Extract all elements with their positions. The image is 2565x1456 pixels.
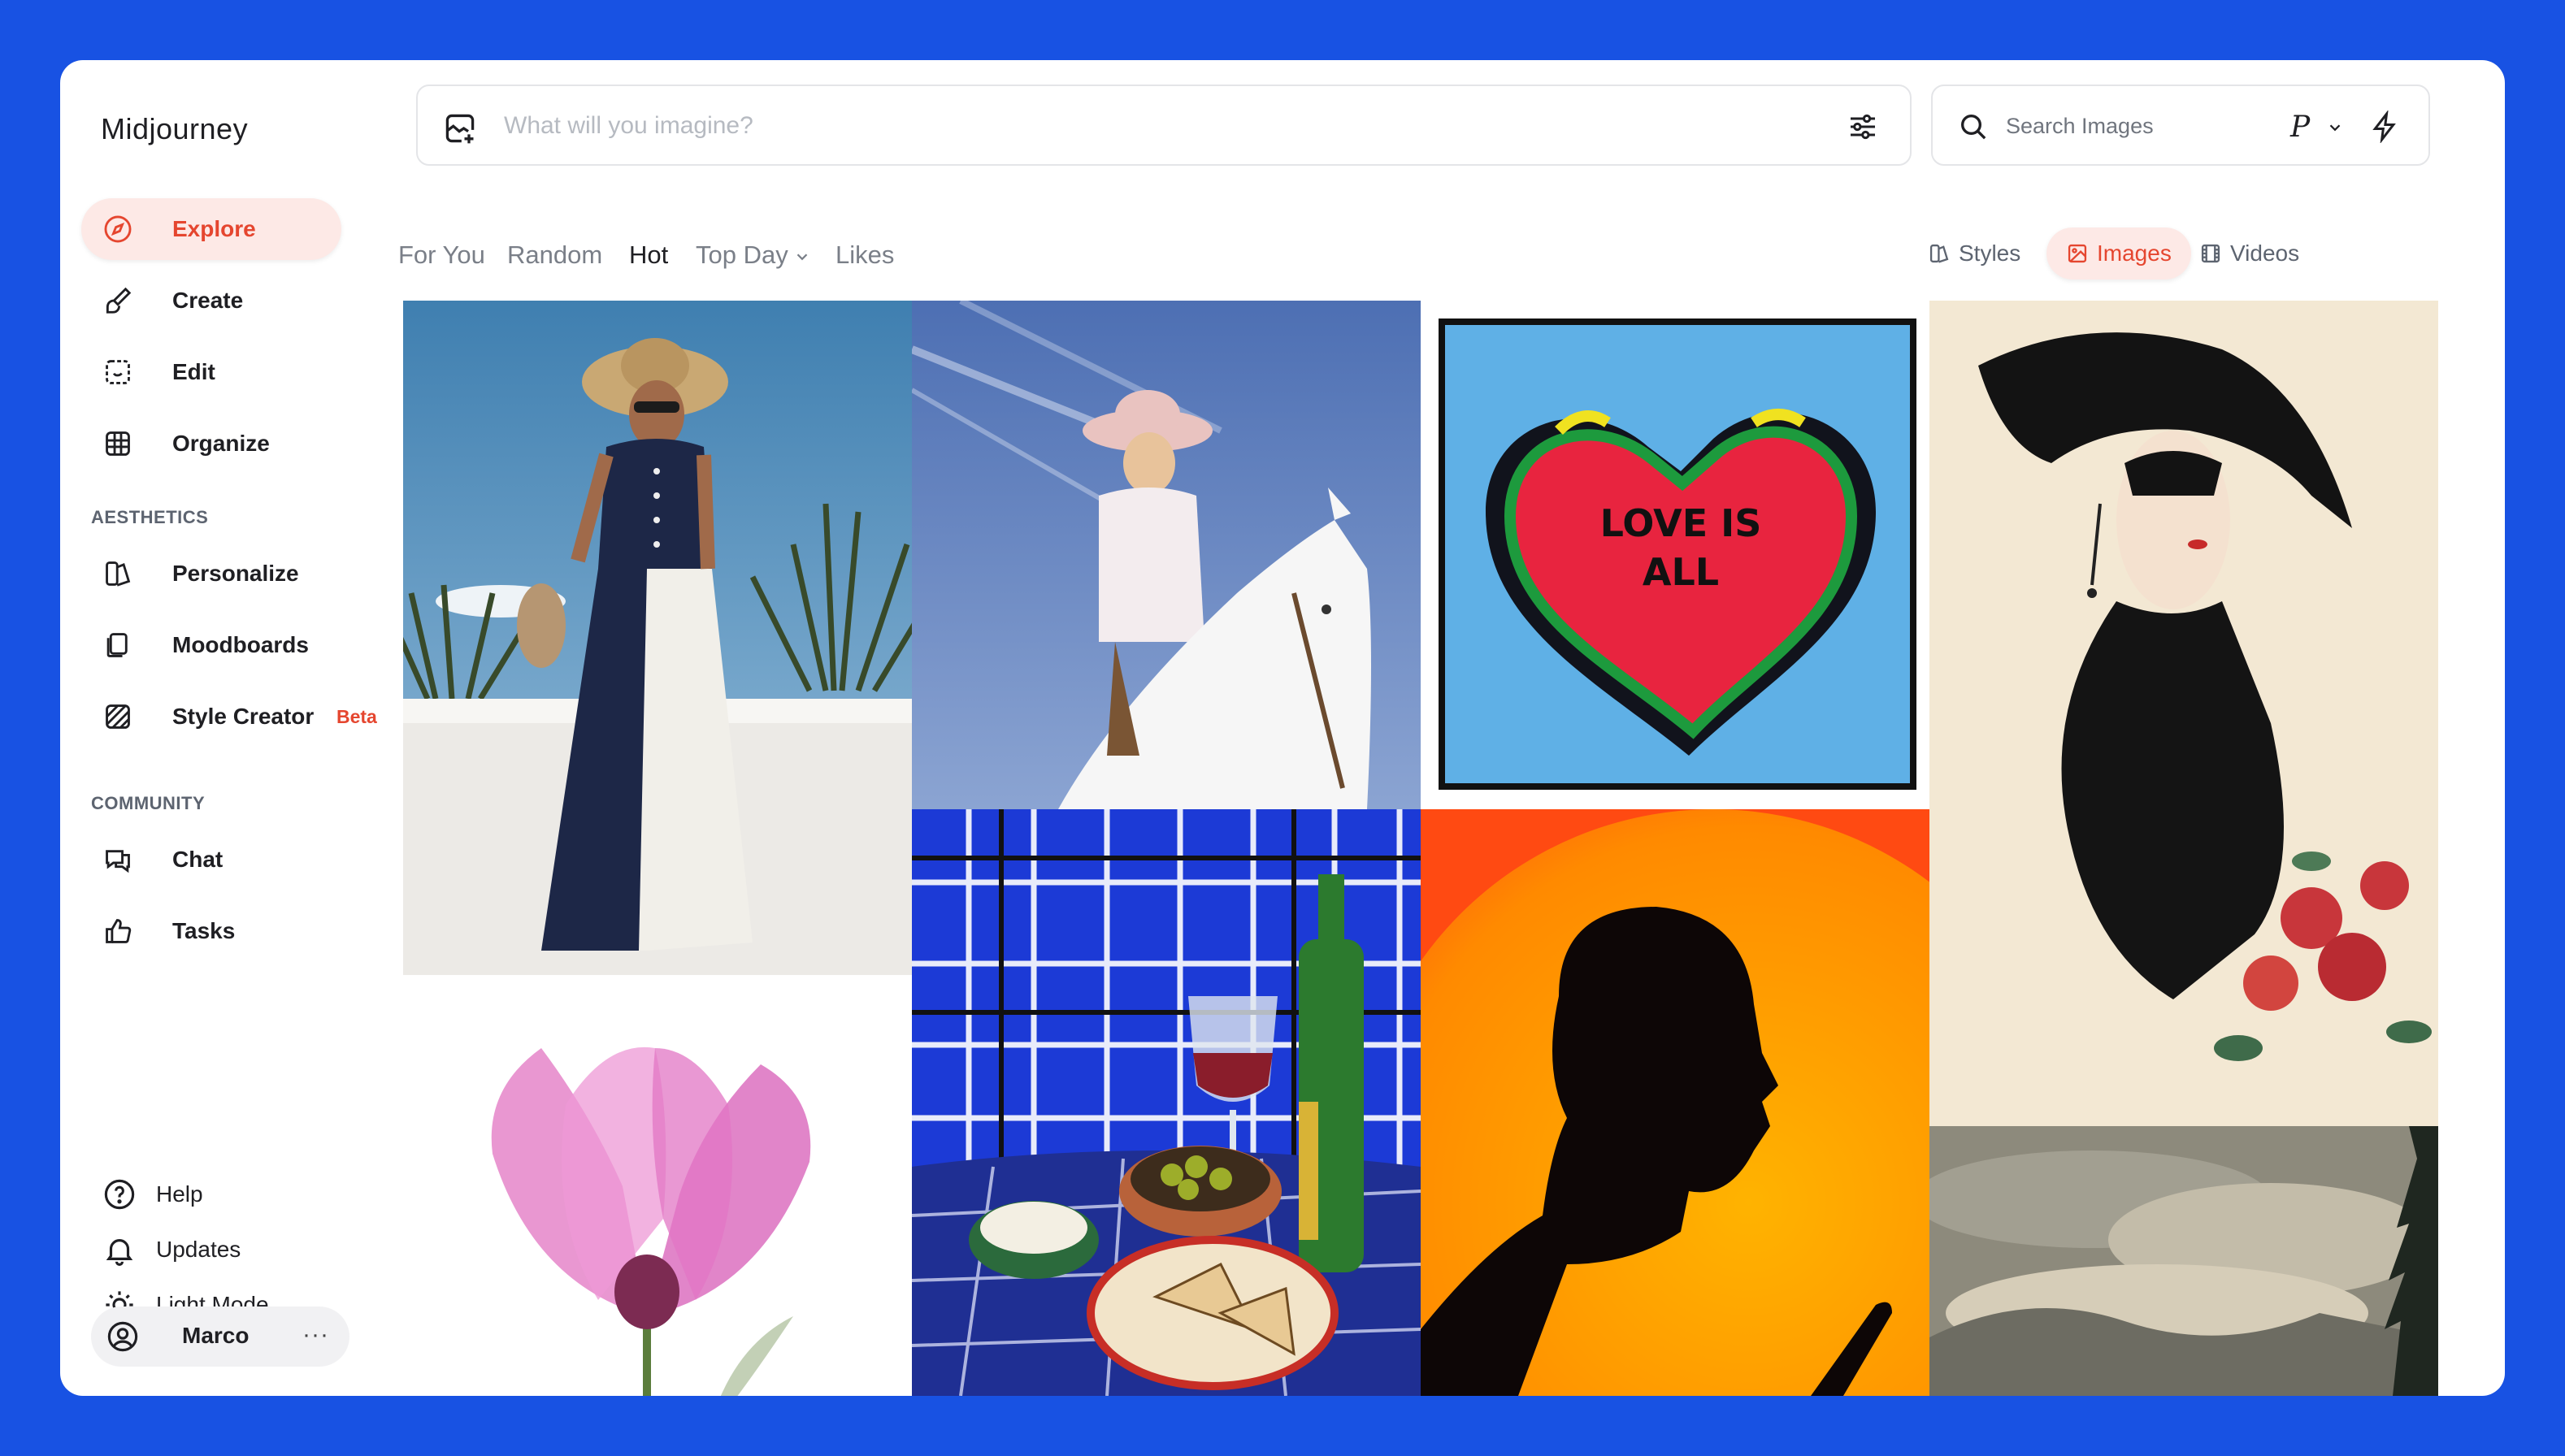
image-icon [2068, 244, 2087, 263]
community-section-title: COMMUNITY [91, 793, 206, 813]
nav-organize-label: Organize [172, 431, 270, 456]
pink-tulip-illustration [403, 975, 912, 1396]
nav-edit[interactable]: Edit [81, 341, 341, 403]
prompt-input[interactable]: What will you imagine? [504, 112, 753, 140]
user-menu[interactable]: Marco ··· [91, 1306, 349, 1367]
styles-icon [1929, 244, 1949, 263]
compass-icon [104, 215, 132, 243]
profile-filter-button[interactable]: P [2290, 110, 2310, 144]
cowgirl-horse-illustration [912, 301, 1421, 809]
app-window: Midjourney Explore Create Edit Organize … [60, 60, 2505, 1396]
updates-label: Updates [156, 1237, 241, 1262]
help-label: Help [156, 1181, 203, 1207]
gallery-image-wine-table[interactable] [912, 809, 1421, 1396]
heart-text-line-2: ALL [1643, 550, 1719, 594]
nav-moodboards-label: Moodboards [172, 632, 309, 657]
nav-create[interactable]: Create [81, 270, 341, 332]
tab-likes[interactable]: Likes [835, 240, 894, 270]
search-icon [1961, 115, 1986, 140]
chevron-down-icon [796, 254, 808, 261]
bell-icon [106, 1239, 133, 1266]
grid-icon [106, 431, 130, 456]
view-videos-label: Videos [2230, 240, 2300, 266]
sliders-icon[interactable] [1847, 110, 1879, 143]
mountain-clouds-illustration [1929, 1126, 2438, 1396]
tab-random[interactable]: Random [507, 240, 602, 270]
wine-table-illustration [912, 809, 1421, 1396]
nav-explore-label: Explore [172, 216, 256, 241]
thumbs-up-icon [106, 919, 132, 943]
woman-hat-roses-illustration [1929, 301, 2438, 1126]
gallery-image-cowgirl-horse[interactable] [912, 301, 1421, 809]
nav-moodboards[interactable]: Moodboards [81, 614, 341, 676]
nav-personalize[interactable]: Personalize [81, 543, 341, 604]
bolt-icon[interactable] [2368, 110, 2401, 143]
image-add-icon[interactable] [442, 110, 478, 146]
view-styles-button[interactable]: Styles [1908, 228, 2040, 280]
tab-top-day[interactable]: Top Day [696, 240, 811, 270]
gallery-image-silhouette-sunset[interactable] [1421, 809, 1929, 1396]
nav-create-label: Create [172, 288, 244, 313]
nav-explore[interactable]: Explore [81, 198, 341, 260]
gallery-image-pink-tulip[interactable] [403, 975, 912, 1396]
search-bar[interactable]: Search Images P [1931, 84, 2430, 166]
personalize-icon [106, 561, 131, 587]
gallery-image-mountain-clouds[interactable] [1929, 1126, 2438, 1396]
silhouette-sunset-illustration [1421, 809, 1929, 1396]
edit-icon [106, 360, 130, 384]
love-heart-illustration: LOVE IS ALL [1421, 301, 1929, 809]
nav-tasks-label: Tasks [172, 918, 236, 943]
view-images-button[interactable]: Images [2046, 228, 2191, 280]
nav-tasks[interactable]: Tasks [81, 900, 341, 962]
nav-style-creator-label: Style Creator [172, 704, 315, 729]
tab-top-day-label: Top Day [696, 240, 788, 269]
chevron-down-icon[interactable] [2326, 119, 2344, 136]
nav-edit-label: Edit [172, 359, 215, 384]
user-avatar-icon [107, 1321, 138, 1352]
view-images-label: Images [2097, 240, 2172, 266]
film-icon [2201, 244, 2220, 263]
user-name: Marco [182, 1323, 250, 1348]
style-creator-icon [106, 704, 130, 729]
gallery-image-love-heart[interactable]: LOVE IS ALL [1421, 301, 1929, 809]
sidebar: Midjourney Explore Create Edit Organize … [60, 60, 401, 1396]
beta-badge: Beta [336, 705, 377, 727]
moodboards-icon [106, 633, 128, 657]
nav-style-creator[interactable]: Style Creator Beta [81, 686, 377, 748]
nav-personalize-label: Personalize [172, 561, 299, 586]
brand-logo: Midjourney [101, 112, 249, 145]
tab-hot[interactable]: Hot [629, 240, 668, 270]
help-link[interactable]: Help [102, 1173, 203, 1216]
aesthetics-section-title: AESTHETICS [91, 507, 209, 527]
brush-icon [106, 287, 132, 314]
gallery-image-woman-hat-roses[interactable] [1929, 301, 2438, 1126]
more-options-icon[interactable]: ··· [302, 1321, 329, 1349]
search-input[interactable]: Search Images [2006, 114, 2154, 139]
nav-chat-label: Chat [172, 847, 224, 872]
heart-text-line-1: LOVE IS [1600, 501, 1762, 545]
updates-link[interactable]: Updates [102, 1228, 241, 1271]
nav-organize[interactable]: Organize [81, 413, 341, 474]
view-styles-label: Styles [1959, 240, 2021, 266]
gallery-image-fashion-woman[interactable] [403, 301, 912, 975]
prompt-bar[interactable]: What will you imagine? [416, 84, 1912, 166]
view-videos-button[interactable]: Videos [2180, 228, 2319, 280]
nav-chat[interactable]: Chat [81, 829, 341, 890]
help-icon [104, 1179, 135, 1210]
chat-icon [106, 850, 130, 873]
tab-for-you[interactable]: For You [398, 240, 485, 270]
fashion-woman-illustration [403, 301, 912, 975]
